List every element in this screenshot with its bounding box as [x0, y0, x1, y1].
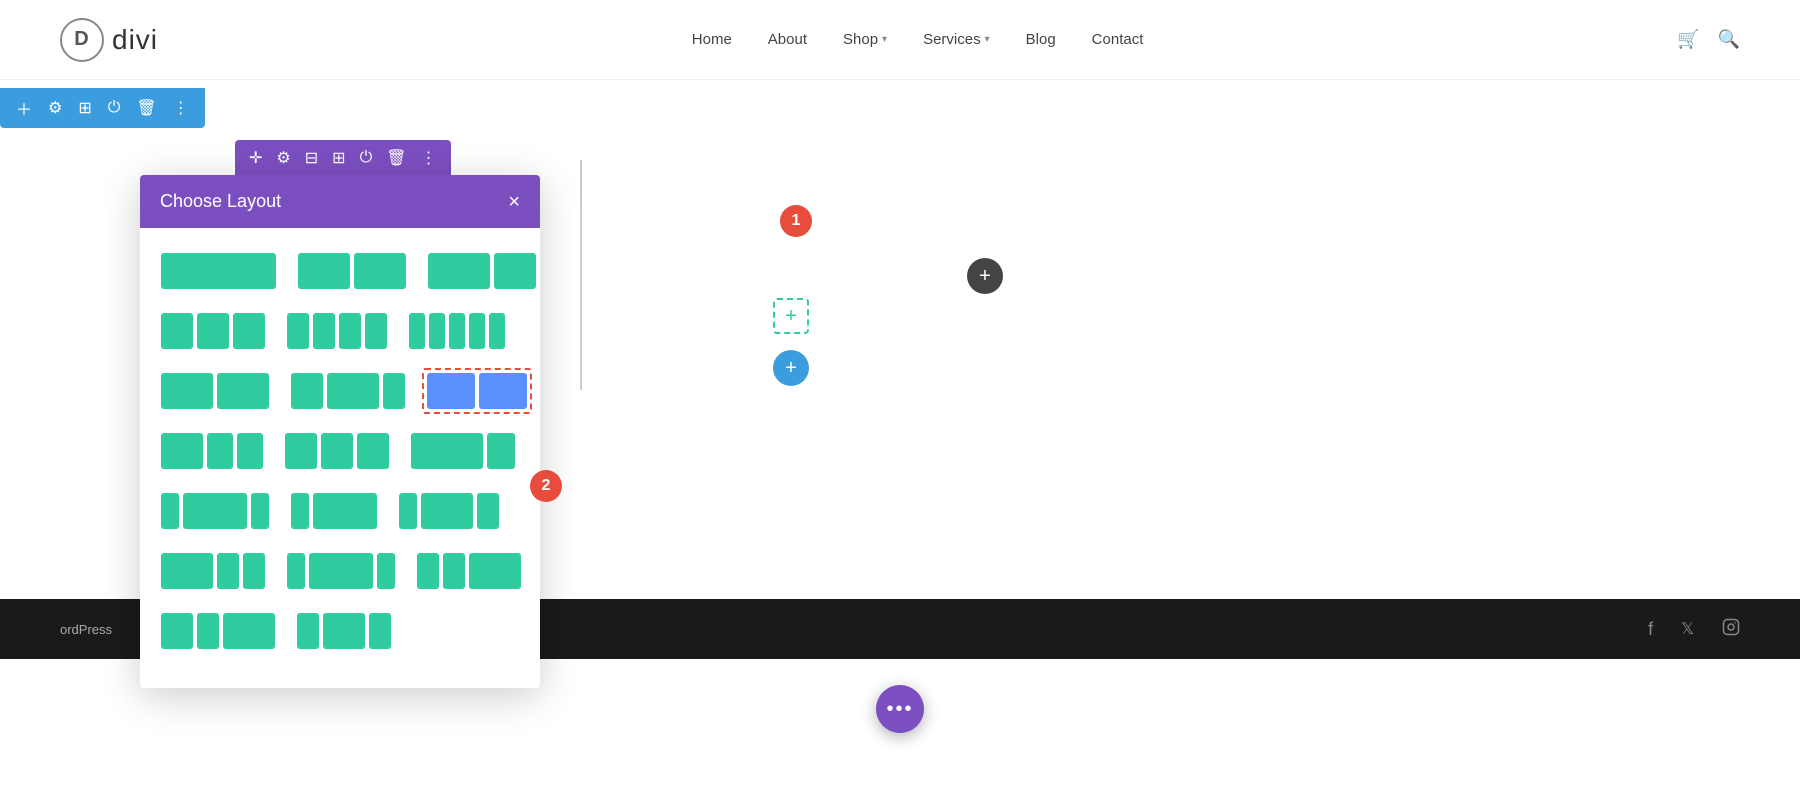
- more-icon[interactable]: ⋮: [173, 98, 189, 118]
- layout-2col-unequal[interactable]: [423, 248, 540, 294]
- logo-text: divi: [112, 24, 158, 56]
- layout-r4-3[interactable]: [406, 428, 520, 474]
- nav-home[interactable]: Home: [692, 31, 732, 48]
- layout-4col[interactable]: [282, 308, 392, 354]
- layout-row-7: [156, 608, 524, 654]
- nav-blog[interactable]: Blog: [1026, 31, 1056, 48]
- main-nav: Home About Shop ▾ Services ▾ Blog Contac…: [692, 31, 1144, 48]
- vertical-divider: [580, 160, 582, 390]
- more-row-icon[interactable]: ⋮: [421, 148, 437, 168]
- modal-title: Choose Layout: [160, 191, 281, 212]
- add-row-button[interactable]: +: [967, 258, 1003, 294]
- layout-row-4: [156, 428, 524, 474]
- disable-icon[interactable]: ⏻: [108, 99, 121, 117]
- facebook-icon[interactable]: f: [1648, 619, 1653, 640]
- step-1-badge: 1: [780, 205, 812, 237]
- nav-shop[interactable]: Shop ▾: [843, 31, 887, 48]
- add-column-button[interactable]: +: [773, 298, 809, 334]
- add-column-plus-icon: +: [785, 305, 797, 328]
- disable-row-icon[interactable]: ⏻: [360, 149, 373, 167]
- clone-row-icon[interactable]: ⊟: [305, 148, 318, 168]
- layout-2col-variant[interactable]: [156, 368, 274, 414]
- add-section-icon[interactable]: ＋: [16, 96, 32, 120]
- add-section-button[interactable]: +: [773, 350, 809, 386]
- choose-layout-modal: Choose Layout ×: [140, 175, 540, 688]
- twitter-icon[interactable]: 𝕏: [1681, 619, 1694, 639]
- main-area: ✛ ⚙ ⊟ ⊞ ⏻ 🗑 ⋮ Choose Layout ×: [0, 80, 1800, 799]
- layout-r4-2[interactable]: [280, 428, 394, 474]
- modal-close-button[interactable]: ×: [508, 192, 520, 212]
- layout-r5-1[interactable]: [156, 488, 274, 534]
- shop-chevron-icon: ▾: [882, 34, 887, 45]
- nav-contact[interactable]: Contact: [1092, 31, 1144, 48]
- search-icon[interactable]: 🔍: [1718, 29, 1740, 50]
- settings-icon[interactable]: ⚙: [48, 98, 62, 118]
- layout-row-2: [156, 308, 524, 354]
- layout-r5-3[interactable]: [394, 488, 504, 534]
- nav-icon-group: 🛒 🔍: [1677, 29, 1740, 50]
- layout-r5-2[interactable]: [286, 488, 382, 534]
- layout-full-width[interactable]: [156, 248, 281, 294]
- footer-text: ordPress: [60, 622, 112, 637]
- instagram-icon[interactable]: [1722, 618, 1740, 641]
- layout-r7-2[interactable]: [292, 608, 396, 654]
- add-section-plus-icon: +: [785, 358, 797, 378]
- logo-icon: D: [60, 18, 104, 62]
- layout-2col-equal[interactable]: [293, 248, 411, 294]
- add-row-plus-icon: +: [979, 266, 991, 286]
- layout-row-5: [156, 488, 524, 534]
- layout-r6-3[interactable]: [412, 548, 526, 594]
- layout-row-6: [156, 548, 524, 594]
- layout-row-3: [156, 368, 524, 414]
- layout-3col[interactable]: [156, 308, 270, 354]
- footer-social-icons: f 𝕏: [1648, 618, 1740, 641]
- layout-r6-1[interactable]: [156, 548, 270, 594]
- nav-about[interactable]: About: [768, 31, 807, 48]
- delete-icon[interactable]: 🗑: [136, 98, 156, 118]
- floating-action-button[interactable]: •••: [876, 685, 924, 733]
- move-icon[interactable]: ✛: [249, 148, 262, 168]
- step-2-badge: 2: [530, 470, 562, 502]
- delete-row-icon[interactable]: 🗑: [386, 148, 406, 168]
- blue-toolbar: ＋ ⚙ ⊞ ⏻ 🗑 ⋮: [0, 88, 205, 128]
- fab-dots-icon: •••: [886, 698, 913, 721]
- layout-r4-1[interactable]: [156, 428, 268, 474]
- settings-row-icon[interactable]: ⚙: [276, 148, 290, 168]
- services-chevron-icon: ▾: [985, 34, 990, 45]
- layout-r7-1[interactable]: [156, 608, 280, 654]
- logo[interactable]: D divi: [60, 18, 158, 62]
- modal-body: [140, 228, 540, 688]
- clone-icon[interactable]: ⊞: [78, 98, 91, 118]
- nav-services[interactable]: Services ▾: [923, 31, 990, 48]
- header: D divi Home About Shop ▾ Services ▾ Blog…: [0, 0, 1800, 80]
- cart-icon[interactable]: 🛒: [1677, 29, 1699, 50]
- layout-r6-2[interactable]: [282, 548, 400, 594]
- layout-5col[interactable]: [404, 308, 510, 354]
- layout-2col-blue-selected[interactable]: [422, 368, 532, 414]
- layout-3col-variant[interactable]: [286, 368, 410, 414]
- modal-header: Choose Layout ×: [140, 175, 540, 228]
- layout-row-icon[interactable]: ⊞: [332, 148, 345, 168]
- purple-toolbar: ✛ ⚙ ⊟ ⊞ ⏻ 🗑 ⋮: [235, 140, 451, 176]
- layout-row-1: [156, 248, 524, 294]
